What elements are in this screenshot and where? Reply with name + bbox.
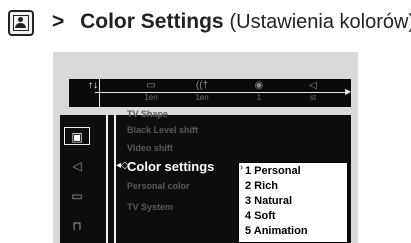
topbar-arrow-icon: ▶ [345,87,352,96]
menu-divider-right [114,115,116,243]
tv-picture-icon: ▣ [71,130,83,144]
page-heading: > Color Settings (Ustawienia kolorów) [0,0,411,44]
audio-icon: ((† [195,80,209,91]
topbar-item-sound[interactable]: ◁ st [293,79,333,104]
topbar-sound-value: st [309,93,317,102]
topbar-subtitle-value: 1en [144,93,158,102]
sidebar-item-picture[interactable]: ▣ [64,127,90,145]
preferences-icon: ⊓ [72,219,82,233]
language-speech-icon: ▭ [71,189,83,203]
topbar-item-angle[interactable]: ◉ 1 [239,79,279,104]
heading-arrow: > [52,10,65,33]
topbar-item-audio[interactable]: ((† 1en [182,79,222,104]
osd-top-bar: ▶ ↑↓ ▭ 1en ((† 1en ◉ 1 ◁ st [69,79,351,107]
sound-mode-icon: ◁ [309,80,317,91]
sidebar-item-preferences[interactable]: ⊓ [64,217,90,235]
topbar-item-subtitle[interactable]: ▭ 1en [131,79,171,104]
heading-text: > Color Settings (Ustawienia kolorów) [52,10,411,34]
menu-item-black-level[interactable]: Black Level shift [127,125,198,135]
topbar-item-settings[interactable]: ↑↓ [73,79,113,104]
page-subtitle: (Ustawienia kolorów) [229,11,411,33]
menu-item-personal-color[interactable]: Personal color [127,181,190,191]
submenu-pointer-icon: › [240,162,243,172]
menu-item-color-settings[interactable]: Color settings [127,159,214,174]
menu-item-tv-system[interactable]: TV System [127,202,173,212]
menu-item-video-shift[interactable]: Video shift [127,143,173,153]
page-title: Color Settings [80,10,224,33]
sidebar-item-sound[interactable]: ◁ [64,157,90,175]
sidebar-item-language[interactable]: ▭ [64,187,90,205]
angle-icon: ◉ [254,80,264,91]
speaker-icon: ◁ [72,159,82,173]
topbar-angle-value: 1 [256,93,262,102]
settings-tools-icon: ↑↓ [88,80,98,91]
color-submenu: › 1 Personal 2 Rich 3 Natural 4 Soft 5 A… [238,162,348,243]
submenu-item-personal[interactable]: 1 Personal [245,165,301,177]
submenu-item-natural[interactable]: 3 Natural [245,195,292,207]
menu-divider-left [106,115,108,243]
subtitle-icon: ▭ [146,80,156,91]
topbar-audio-value: 1en [195,93,209,102]
menu-item-tv-shape[interactable]: TV Shape [127,109,168,119]
submenu-item-animation[interactable]: 5 Animation [245,225,308,237]
submenu-item-rich[interactable]: 2 Rich [245,180,278,192]
osd-sidebar: ▣ ◁ ▭ ⊓ [60,115,94,243]
tv-person-icon [8,10,34,36]
submenu-item-soft[interactable]: 4 Soft [245,210,276,222]
